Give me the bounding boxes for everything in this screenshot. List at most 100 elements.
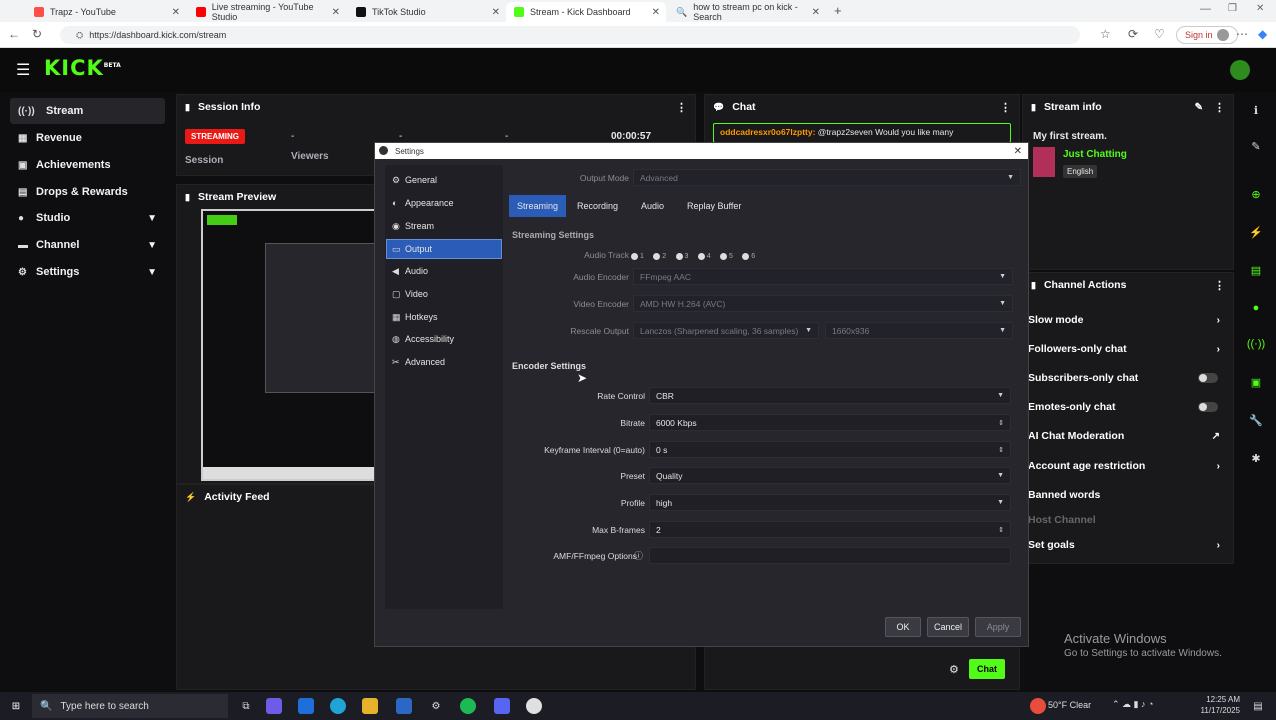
keyframe-stepper[interactable]: 0 s ⇕ bbox=[649, 441, 1011, 458]
audio-track-radio[interactable]: 6 bbox=[742, 253, 755, 260]
kick-logo[interactable]: KICKBETA bbox=[44, 56, 121, 80]
amf-options-input[interactable] bbox=[649, 547, 1011, 564]
windows-start-icon[interactable]: ⊞ bbox=[8, 698, 24, 714]
bolt-icon[interactable]: ⚡ bbox=[1246, 222, 1266, 242]
notifications-icon[interactable]: ▤ bbox=[1250, 698, 1266, 714]
minimize-icon[interactable]: — bbox=[1200, 3, 1211, 15]
favorite-icon[interactable]: ☆ bbox=[1100, 27, 1111, 41]
rescale-resolution-select[interactable]: 1660x936 ▼ bbox=[825, 322, 1013, 339]
tab-search[interactable]: 🔍 how to stream pc on kick - Search ✕ bbox=[668, 2, 826, 22]
action-slow-mode[interactable]: Slow mode › bbox=[1028, 308, 1228, 332]
more-icon[interactable]: ⋮ bbox=[676, 101, 687, 114]
palette-icon[interactable]: ✱ bbox=[1246, 448, 1266, 468]
more-icon[interactable]: ⋮ bbox=[1214, 279, 1225, 292]
broadcast-icon[interactable]: ((·)) bbox=[1246, 334, 1266, 354]
action-account-age[interactable]: Account age restriction › bbox=[1028, 454, 1228, 478]
tab-kick[interactable]: Stream - Kick Dashboard ✕ bbox=[506, 2, 666, 22]
help-icon[interactable]: ⓘ bbox=[634, 549, 643, 562]
tab-tiktok[interactable]: TikTok Studio ✕ bbox=[348, 2, 506, 22]
nav-hotkeys[interactable]: ▦ Hotkeys bbox=[387, 308, 501, 326]
close-icon[interactable]: ✕ bbox=[172, 7, 180, 18]
action-followers-only[interactable]: Followers-only chat › bbox=[1028, 337, 1228, 361]
edge-icon[interactable] bbox=[330, 698, 346, 714]
action-emotes-only[interactable]: Emotes-only chat bbox=[1028, 395, 1228, 419]
user-avatar[interactable] bbox=[1230, 60, 1250, 80]
tab-youtube-studio[interactable]: Live streaming - YouTube Studio ✕ bbox=[188, 2, 346, 22]
sidebar-item-channel[interactable]: ▬ Channel ▼ bbox=[10, 232, 165, 258]
info-icon[interactable]: ℹ bbox=[1246, 100, 1266, 120]
nav-advanced[interactable]: ✂ Advanced bbox=[387, 353, 501, 371]
tab-audio[interactable]: Audio bbox=[633, 195, 672, 217]
refresh-icon[interactable]: ↻ bbox=[32, 27, 42, 41]
pencil-icon[interactable]: ✎ bbox=[1246, 136, 1266, 156]
audio-track-radio[interactable]: 3 bbox=[675, 253, 688, 260]
close-icon[interactable]: ✕ bbox=[1014, 146, 1022, 157]
sidebar-item-stream[interactable]: ((·)) Stream bbox=[10, 98, 165, 124]
nav-audio[interactable]: ◀ Audio bbox=[387, 262, 501, 280]
maximize-icon[interactable]: ❐ bbox=[1228, 3, 1237, 14]
ok-button[interactable]: OK bbox=[885, 617, 921, 637]
clock-date[interactable]: 11/17/2025 bbox=[1198, 706, 1240, 715]
rescale-filter-select[interactable]: Lanczos (Sharpened scaling, 36 samples) ▼ bbox=[633, 322, 819, 339]
tab-streaming[interactable]: Streaming bbox=[509, 195, 567, 217]
nav-accessibility[interactable]: ◍ Accessibility bbox=[387, 330, 501, 348]
url-field[interactable]: ⛭ https://dashboard.kick.com/stream bbox=[60, 26, 1080, 44]
close-icon[interactable]: ✕ bbox=[812, 7, 820, 18]
action-banned-words[interactable]: Banned words bbox=[1028, 483, 1228, 507]
close-icon[interactable]: ✕ bbox=[492, 7, 500, 18]
audio-encoder-select[interactable]: FFmpeg AAC ▼ bbox=[633, 268, 1013, 285]
collections-icon[interactable]: ♡ bbox=[1154, 27, 1165, 41]
nav-general[interactable]: ⚙ General bbox=[387, 171, 501, 189]
spin-arrows-icon[interactable]: ⇕ bbox=[998, 526, 1004, 534]
chat-icon[interactable]: ● bbox=[1246, 298, 1266, 318]
discord-icon[interactable] bbox=[494, 698, 510, 714]
rate-control-select[interactable]: CBR ▼ bbox=[649, 387, 1011, 404]
doc-icon[interactable]: ▤ bbox=[1246, 260, 1266, 280]
close-window-icon[interactable]: ✕ bbox=[1256, 3, 1264, 14]
sidebar-item-settings[interactable]: ⚙ Settings ▼ bbox=[10, 259, 165, 285]
close-icon[interactable]: ✕ bbox=[652, 7, 660, 18]
subscribers-toggle[interactable] bbox=[1198, 373, 1218, 383]
chat-send-button[interactable]: Chat bbox=[969, 659, 1005, 679]
action-set-goals[interactable]: Set goals › bbox=[1028, 533, 1228, 557]
taskbar-search[interactable]: 🔍 Type here to search bbox=[32, 694, 228, 718]
category-link[interactable]: Just Chatting bbox=[1063, 149, 1127, 160]
sidebar-item-achievements[interactable]: ▣ Achievements bbox=[10, 152, 165, 178]
edit-icon[interactable]: ✎ bbox=[1195, 102, 1203, 113]
category-thumbnail[interactable] bbox=[1033, 147, 1055, 177]
tab-youtube[interactable]: Trapz - YouTube ✕ bbox=[26, 2, 186, 22]
more-icon[interactable]: ⋮ bbox=[1214, 101, 1225, 114]
sidebar-item-studio[interactable]: ● Studio ▼ bbox=[10, 205, 165, 231]
mail-icon[interactable] bbox=[396, 698, 412, 714]
wrench-icon[interactable]: 🔧 bbox=[1246, 410, 1266, 430]
sign-in-button[interactable]: Sign in bbox=[1176, 26, 1238, 44]
copilot-icon[interactable]: ◆ bbox=[1258, 27, 1267, 41]
audio-track-radio[interactable]: 2 bbox=[653, 253, 666, 260]
more-icon[interactable]: ⋮ bbox=[1000, 101, 1011, 114]
file-explorer-icon[interactable] bbox=[362, 698, 378, 714]
task-view-icon[interactable]: ⧉ bbox=[238, 698, 254, 714]
close-icon[interactable]: ✕ bbox=[332, 7, 340, 18]
crosshair-icon[interactable]: ⊕ bbox=[1246, 184, 1266, 204]
audio-track-radio[interactable]: 4 bbox=[697, 253, 711, 260]
apply-button[interactable]: Apply bbox=[975, 617, 1021, 637]
action-ai-moderation[interactable]: AI Chat Moderation ↗ bbox=[1028, 424, 1228, 448]
sidebar-item-revenue[interactable]: ▦ Revenue bbox=[10, 125, 165, 151]
output-mode-select[interactable]: Advanced ▼ bbox=[633, 169, 1021, 186]
copilot-icon[interactable] bbox=[266, 698, 282, 714]
nav-appearance[interactable]: ◐ Appearance bbox=[387, 194, 501, 212]
nav-stream[interactable]: ◉ Stream bbox=[387, 217, 501, 235]
audio-track-radio[interactable]: 1 bbox=[631, 253, 644, 260]
profile-select[interactable]: high ▼ bbox=[649, 494, 1011, 511]
cancel-button[interactable]: Cancel bbox=[927, 617, 969, 637]
preset-select[interactable]: Quality ▼ bbox=[649, 467, 1011, 484]
stream-preview-video[interactable] bbox=[201, 209, 376, 481]
settings-gear-icon[interactable]: ⚙ bbox=[428, 698, 444, 714]
menu-dots-icon[interactable]: ⋯ bbox=[1236, 27, 1248, 41]
sidebar-item-drops[interactable]: ▤ Drops & Rewards bbox=[10, 179, 165, 205]
bitrate-stepper[interactable]: 6000 Kbps ⇕ bbox=[649, 414, 1011, 431]
audio-track-radio[interactable]: 5 bbox=[720, 253, 733, 260]
spin-arrows-icon[interactable]: ⇕ bbox=[998, 419, 1004, 427]
emotes-toggle[interactable] bbox=[1198, 402, 1218, 412]
weather-text[interactable]: 50°F Clear bbox=[1048, 700, 1091, 710]
